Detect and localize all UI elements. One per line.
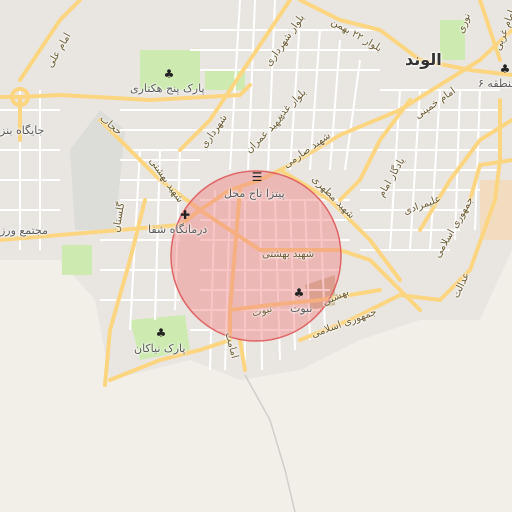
park-5ha-label: پارک پنج هکتاری bbox=[130, 82, 205, 95]
map-canvas[interactable]: ♣ ♣ ♣ ☰ ✚ ♣ الوند پارک پنج هکتاری پارک ن… bbox=[0, 0, 512, 512]
cross-icon[interactable]: ✚ bbox=[178, 208, 192, 222]
tree-icon[interactable]: ♣ bbox=[162, 67, 176, 81]
jaygah-label: جایگاه بنز bbox=[0, 124, 45, 137]
burger-icon[interactable]: ☰ bbox=[250, 170, 264, 184]
tree-icon[interactable]: ♣ bbox=[292, 286, 306, 300]
nabout-label: نبوت bbox=[290, 302, 313, 315]
clinic-label: درمانگاه شفا bbox=[148, 223, 208, 236]
city-label: الوند bbox=[405, 50, 442, 69]
park-niakan-label: پارک نیاکان bbox=[134, 342, 186, 355]
pizza-label: پیتزا تاج محل bbox=[224, 187, 285, 200]
majtama-label: مجتمع ورز bbox=[0, 224, 48, 237]
tree-icon[interactable]: ♣ bbox=[498, 62, 512, 76]
road-label: شهید بهشتی bbox=[262, 249, 315, 260]
tree-icon[interactable]: ♣ bbox=[154, 326, 168, 340]
district-label: منطقه ۶ bbox=[478, 77, 512, 90]
